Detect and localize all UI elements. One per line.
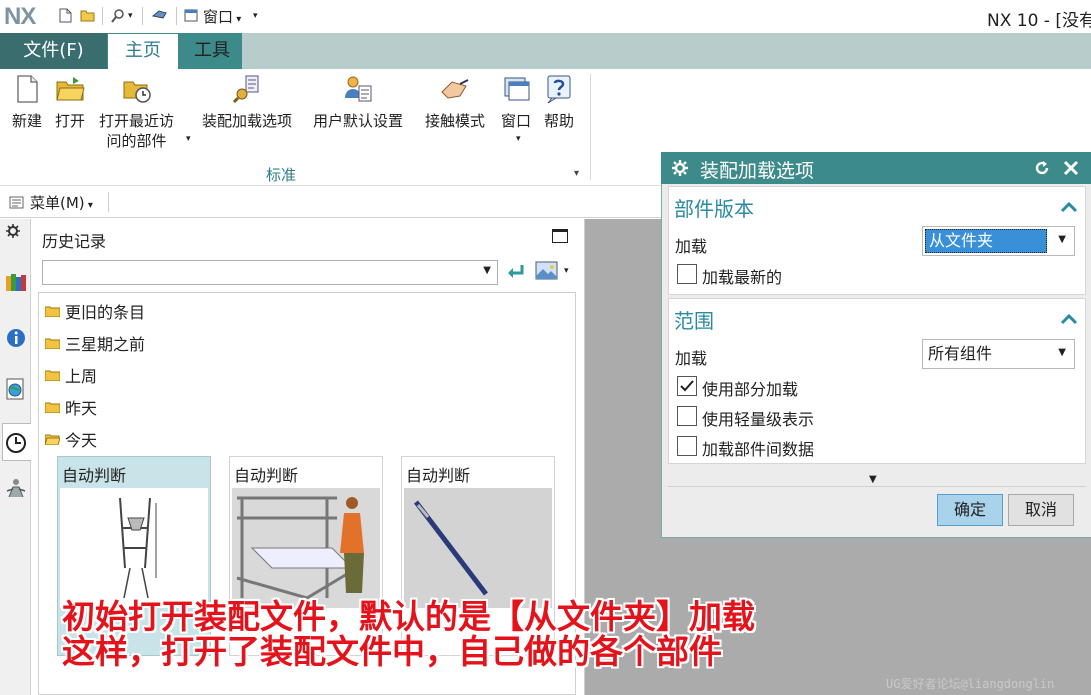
watermark: UG爱好者论坛@liangdonglin [886, 677, 1055, 691]
gear-icon [670, 158, 690, 178]
chevron-up-icon[interactable] [1060, 310, 1078, 325]
user-defaults-button[interactable]: 用户默认设置 [313, 74, 403, 132]
touch-hand-icon [441, 79, 469, 99]
assembly-load-options-icon [232, 75, 259, 104]
section-title-scope[interactable]: 范围 [674, 305, 714, 334]
folder-older-items[interactable]: 更旧的条目 [45, 299, 145, 323]
roles-icon[interactable] [5, 477, 27, 499]
load-label: 加载 [675, 349, 708, 368]
tab-tools[interactable]: 工具 [182, 33, 242, 69]
customize-quick-access-icon[interactable]: ▾ [253, 11, 258, 21]
folder-icon [45, 370, 60, 381]
chevron-down-icon[interactable]: ▾ [186, 134, 191, 144]
nx-logo: NX [4, 3, 36, 30]
menu-icon [9, 195, 25, 209]
tab-home[interactable]: 主页 [108, 34, 178, 69]
window-title: NX 10 - [没有 [987, 11, 1091, 31]
chevron-up-icon[interactable] [1060, 198, 1078, 213]
gear-icon[interactable] [5, 223, 27, 245]
open-recent-button[interactable]: 打开最近访 问的部件 [99, 74, 174, 152]
close-icon[interactable] [1062, 159, 1080, 177]
group-expand-icon[interactable]: ▾ [574, 168, 579, 179]
chevron-down-icon[interactable]: ▾ [564, 266, 569, 276]
chevron-down-icon[interactable]: ▾ [516, 134, 521, 144]
lightweight-label: 使用轻量级表示 [702, 410, 815, 429]
dialog-title: 装配加载选项 [700, 160, 815, 182]
partial-load-checkbox[interactable] [677, 376, 697, 396]
window-menu[interactable]: 窗口 ▾ [203, 6, 241, 27]
part-version-load-combo[interactable]: 从文件夹 ▼ [922, 226, 1075, 256]
new-button[interactable]: 新建 [12, 74, 42, 132]
folder-icon [45, 338, 60, 349]
folder-yesterday[interactable]: 昨天 [45, 395, 97, 419]
checkmark-icon [680, 380, 694, 392]
history-filter-combo[interactable]: ▼ [42, 260, 498, 285]
image-view-icon[interactable] [535, 261, 559, 281]
load-label: 加载 [675, 237, 708, 256]
interpart-data-label: 加载部件间数据 [702, 440, 815, 459]
partial-load-label: 使用部分加载 [702, 380, 799, 399]
window-icon [504, 77, 530, 101]
folder-three-weeks-ago[interactable]: 三星期之前 [45, 331, 145, 355]
load-latest-checkbox[interactable] [677, 264, 697, 284]
selected-option: 从文件夹 [925, 229, 1047, 253]
history-title: 历史记录 [42, 232, 107, 251]
scope-load-combo[interactable]: 所有组件 ▼ [922, 339, 1075, 369]
open-button[interactable]: 打开 [55, 74, 85, 132]
help-button[interactable]: 帮助 [544, 74, 574, 132]
chevron-down-icon: ▼ [1058, 347, 1066, 358]
open-folder-icon[interactable] [80, 8, 95, 24]
help-icon [547, 75, 571, 104]
open-folder-icon [45, 434, 60, 445]
window-button[interactable]: 窗口 [501, 74, 531, 132]
refresh-arrow-icon[interactable] [505, 262, 527, 282]
folder-icon [45, 306, 60, 317]
load-latest-label: 加载最新的 [702, 268, 783, 287]
window-icon[interactable] [184, 8, 198, 24]
web-browser-icon[interactable] [5, 378, 27, 400]
group-label-standard: 标准 [266, 166, 297, 184]
chevron-down-icon[interactable]: ▾ [128, 11, 133, 21]
ok-button[interactable]: 确定 [937, 494, 1003, 526]
maximize-icon[interactable] [552, 229, 568, 243]
menu-button[interactable]: 菜单(M) ▾ [30, 192, 93, 213]
assembly-navigator-icon[interactable] [5, 272, 27, 294]
new-file-icon[interactable] [58, 8, 72, 24]
touch-mode-icon[interactable] [151, 8, 167, 24]
reset-icon[interactable] [1033, 159, 1051, 177]
touch-mode-button[interactable]: 接触模式 [425, 74, 485, 132]
annotation-line-2: 这样，打开了装配文件中，自己做的各个部件 [62, 632, 722, 671]
folder-today[interactable]: 今天 [45, 427, 97, 451]
folder-last-week[interactable]: 上周 [45, 363, 97, 387]
cancel-button[interactable]: 取消 [1008, 494, 1074, 526]
user-defaults-icon [345, 76, 372, 102]
interpart-data-checkbox[interactable] [677, 436, 697, 456]
selected-option: 所有组件 [928, 344, 993, 363]
assembly-load-options-button[interactable]: 装配加载选项 [202, 74, 292, 132]
recent-folder-clock-icon [123, 81, 151, 103]
section-title-part-version[interactable]: 部件版本 [674, 193, 754, 222]
clock-icon[interactable] [5, 432, 27, 454]
magnifier-icon[interactable] [110, 8, 124, 24]
lightweight-checkbox[interactable] [677, 406, 697, 426]
new-file-icon [17, 75, 38, 103]
folder-icon [45, 402, 60, 413]
open-folder-icon [56, 77, 85, 101]
chevron-down-icon: ▼ [1058, 234, 1066, 245]
chevron-down-icon: ▼ [483, 265, 491, 276]
more-options-icon[interactable]: ▼ [869, 474, 877, 485]
info-icon[interactable] [5, 327, 27, 349]
tab-file[interactable]: 文件(F) [0, 33, 107, 69]
